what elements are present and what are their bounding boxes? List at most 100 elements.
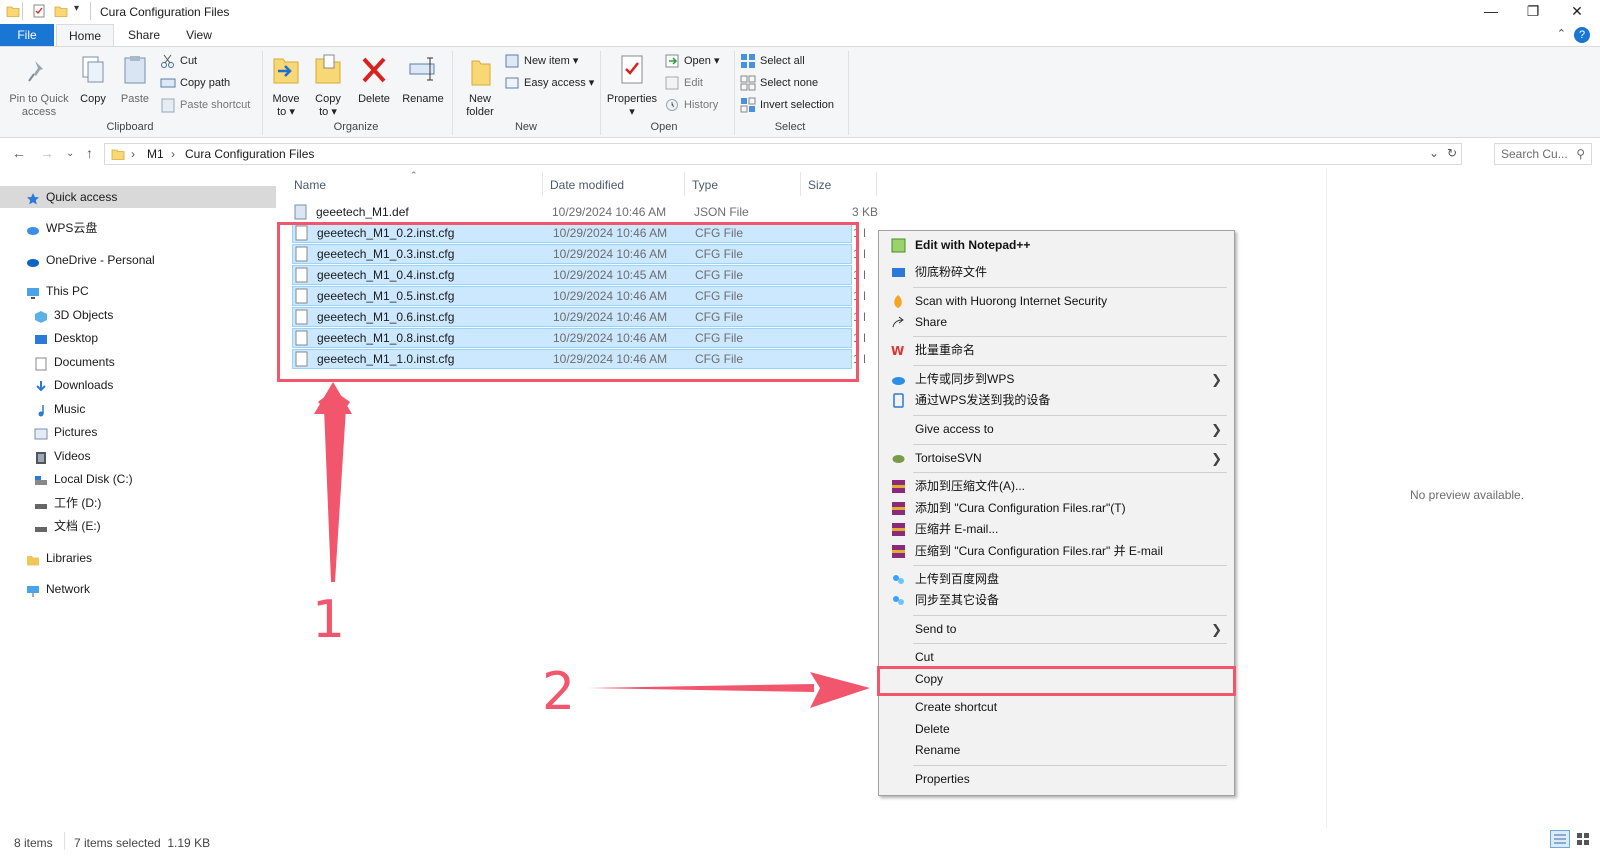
cloud-icon — [891, 372, 906, 387]
address-dropdown-icon[interactable]: ⌄ — [1429, 146, 1439, 160]
nav-onedrive[interactable]: OneDrive - Personal — [0, 249, 276, 271]
column-header-size[interactable]: Size — [808, 178, 831, 192]
nav-drive-d[interactable]: 工作 (D:) — [0, 492, 276, 514]
column-header-date[interactable]: Date modified — [550, 178, 624, 192]
open-button[interactable]: Open ▾ — [664, 51, 720, 71]
menu-item-rar-email-named[interactable]: 压缩到 "Cura Configuration Files.rar" 并 E-m… — [881, 541, 1232, 562]
select-all-icon — [740, 53, 756, 69]
delete-button[interactable]: Delete — [354, 53, 394, 106]
nav-local-disk-c[interactable]: Local Disk (C:) — [0, 468, 276, 490]
menu-item-create-shortcut[interactable]: Create shortcut — [881, 697, 1232, 718]
forward-arrow-icon[interactable]: → — [40, 145, 54, 161]
nav-quick-access[interactable]: Quick access — [0, 186, 276, 208]
help-icon[interactable]: ? — [1574, 27, 1590, 43]
large-icons-view-icon[interactable] — [1574, 830, 1594, 848]
new-folder-icon — [458, 53, 502, 91]
properties-quick-icon[interactable] — [32, 4, 46, 21]
collapse-ribbon-icon[interactable]: ⌃ — [1557, 27, 1566, 40]
edit-button[interactable]: Edit — [664, 73, 703, 93]
search-input[interactable]: Search Cu... ⚲ — [1494, 143, 1592, 165]
paste-shortcut-button[interactable]: Paste shortcut — [160, 95, 250, 115]
nav-drive-e[interactable]: 文档 (E:) — [0, 515, 276, 537]
menu-item-rar-add[interactable]: 添加到压缩文件(A)... — [881, 476, 1232, 497]
nav-network[interactable]: Network — [0, 578, 276, 600]
tab-view[interactable]: View — [174, 24, 224, 46]
tab-file[interactable]: File — [0, 24, 54, 46]
document-icon — [34, 356, 48, 371]
paste-button[interactable]: Paste — [118, 53, 152, 106]
properties-button[interactable]: Properties ▾ — [604, 53, 660, 119]
minimize-icon[interactable]: — — [1480, 2, 1502, 20]
up-arrow-icon[interactable]: ↑ — [86, 145, 93, 161]
submenu-arrow-icon: ❯ — [1211, 422, 1222, 437]
table-row[interactable]: geeetech_M1.def 10/29/2024 10:46 AM JSON… — [292, 202, 878, 222]
back-arrow-icon[interactable]: ← — [12, 145, 26, 161]
menu-item-baidu-upload[interactable]: 上传到百度网盘 — [881, 569, 1232, 590]
menu-item-rar-add-named[interactable]: 添加到 "Cura Configuration Files.rar"(T) — [881, 498, 1232, 519]
menu-item-give-access[interactable]: Give access to ❯ — [881, 419, 1232, 440]
annotation-copy-box — [877, 666, 1236, 696]
menu-item-delete[interactable]: Delete — [881, 719, 1232, 740]
menu-item-send-wps[interactable]: 通过WPS发送到我的设备 — [881, 390, 1232, 411]
menu-item-upload-wps[interactable]: 上传或同步到WPS ❯ — [881, 369, 1232, 390]
menu-item-tortoisesvn[interactable]: TortoiseSVN ❯ — [881, 448, 1232, 469]
menu-item-send-to[interactable]: Send to ❯ — [881, 619, 1232, 640]
nav-downloads[interactable]: Downloads — [0, 374, 276, 396]
menu-item-cut[interactable]: Cut — [881, 647, 1232, 668]
history-button[interactable]: History — [664, 95, 718, 115]
close-icon[interactable]: ✕ — [1566, 2, 1588, 20]
menu-item-rar-email[interactable]: 压缩并 E-mail... — [881, 519, 1232, 540]
copy-path-button[interactable]: Copy path — [160, 73, 230, 93]
nav-documents[interactable]: Documents — [0, 351, 276, 373]
film-icon — [34, 450, 48, 464]
new-item-button[interactable]: New item ▾ — [504, 51, 578, 71]
refresh-icon[interactable]: ↻ — [1447, 146, 1457, 160]
new-folder-button[interactable]: New folder — [458, 53, 502, 119]
annotation-step-2: 2 — [542, 662, 576, 722]
nav-desktop[interactable]: Desktop — [0, 327, 276, 349]
move-to-button[interactable]: Move to ▾ — [268, 53, 304, 119]
column-header-type[interactable]: Type — [692, 178, 718, 192]
new-folder-quick-icon[interactable] — [54, 4, 68, 21]
pin-quick-access-button[interactable]: Pin to Quick access — [6, 57, 72, 119]
breadcrumb-current[interactable]: Cura Configuration Files — [185, 147, 314, 161]
address-bar[interactable]: › M1 › Cura Configuration Files ⌄ ↻ — [104, 143, 1462, 165]
shredder-icon — [891, 265, 906, 280]
nav-pictures[interactable]: Pictures — [0, 421, 276, 443]
easy-access-icon — [504, 75, 520, 91]
copy-to-button[interactable]: Copy to ▾ — [310, 53, 346, 119]
recent-locations-icon[interactable]: ⌄ — [66, 148, 74, 159]
column-header-name[interactable]: Name — [294, 178, 326, 192]
tab-share[interactable]: Share — [118, 24, 170, 46]
menu-item-share[interactable]: Share — [881, 312, 1232, 333]
menu-item-batch-rename[interactable]: W 批量重命名 — [881, 340, 1232, 361]
nav-3d-objects[interactable]: 3D Objects — [0, 304, 276, 326]
menu-item-huorong-scan[interactable]: Scan with Huorong Internet Security — [881, 291, 1232, 312]
maximize-icon[interactable]: ❐ — [1522, 2, 1544, 20]
breadcrumb-m1[interactable]: M1 — [147, 147, 164, 161]
easy-access-button[interactable]: Easy access ▾ — [504, 73, 594, 93]
nav-this-pc[interactable]: This PC — [0, 280, 276, 302]
drive-icon — [34, 473, 48, 487]
rename-button[interactable]: Rename — [400, 53, 446, 106]
annotation-selection-box — [277, 222, 859, 382]
menu-item-notepad[interactable]: Edit with Notepad++ — [881, 235, 1232, 256]
customize-quick-access-icon[interactable]: ▾ — [74, 3, 79, 14]
nav-wps[interactable]: WPS云盘 — [0, 217, 276, 239]
nav-music[interactable]: Music — [0, 398, 276, 420]
tab-home[interactable]: Home — [56, 24, 114, 46]
menu-item-rename[interactable]: Rename — [881, 740, 1232, 761]
cut-button[interactable]: Cut — [160, 51, 197, 71]
menu-item-baidu-sync[interactable]: 同步至其它设备 — [881, 590, 1232, 611]
menu-item-shred[interactable]: 彻底粉碎文件 — [881, 262, 1232, 283]
nav-videos[interactable]: Videos — [0, 445, 276, 467]
details-view-icon[interactable] — [1550, 830, 1570, 848]
invert-selection-button[interactable]: Invert selection — [740, 95, 834, 115]
title-bar: ▾ Cura Configuration Files — ❐ ✕ — [0, 0, 1600, 24]
select-none-button[interactable]: Select none — [740, 73, 818, 93]
nav-libraries[interactable]: Libraries — [0, 547, 276, 569]
folder-icon — [111, 147, 125, 164]
copy-button[interactable]: Copy — [76, 53, 110, 106]
select-all-button[interactable]: Select all — [740, 51, 805, 71]
menu-item-properties[interactable]: Properties — [881, 769, 1232, 790]
